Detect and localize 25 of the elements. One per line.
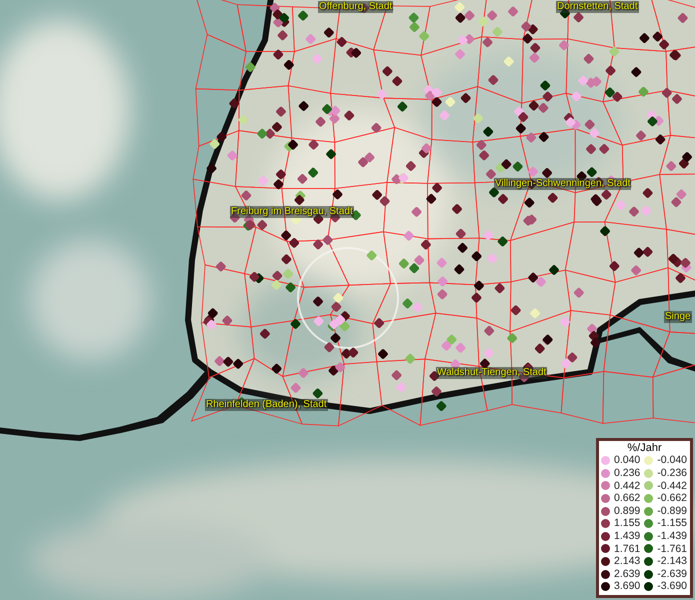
legend-value: -0.236: [657, 467, 688, 480]
legend-value: 1.439: [614, 530, 642, 543]
legend-value: 1.761: [614, 542, 642, 556]
legend-value: -0.442: [657, 480, 688, 492]
legend-value: 0.236: [614, 467, 642, 480]
legend-value: -1.155: [657, 517, 688, 530]
legend-value: 0.662: [614, 492, 642, 505]
legend-value: -2.639: [657, 568, 688, 580]
legend-value: -2.143: [657, 555, 688, 568]
legend-value: 0.442: [614, 480, 642, 492]
legend-value: 2.143: [614, 555, 642, 568]
legend-value: -1.439: [657, 530, 688, 543]
legend-value: 1.155: [614, 517, 642, 530]
legend-value: -0.899: [657, 504, 688, 518]
legend-value: -3.690: [657, 580, 688, 593]
place-label: Rheinfelden (Baden), Stadt: [205, 399, 328, 411]
legend-value: -0.040: [657, 454, 688, 468]
legend-value: 3.690: [614, 580, 642, 593]
legend-value: 2.639: [614, 568, 642, 580]
legend-value: -0.662: [657, 492, 688, 505]
place-label: Singe: [664, 311, 692, 323]
legend-title: %/Jahr: [626, 442, 663, 454]
legend-value: -1.761: [657, 542, 688, 556]
legend-value: 0.899: [614, 504, 642, 518]
legend-value: 0.040: [614, 454, 642, 468]
